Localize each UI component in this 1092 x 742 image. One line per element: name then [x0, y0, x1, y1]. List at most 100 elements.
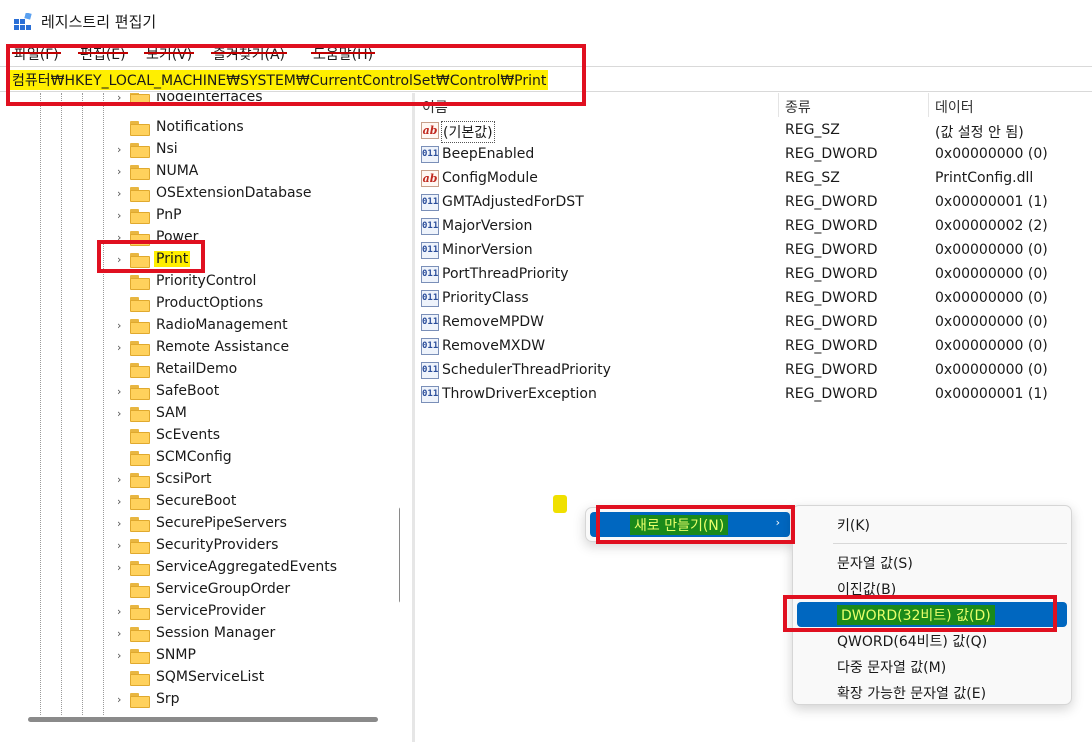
- tree-item[interactable]: › SecurePipeServers: [6, 513, 386, 535]
- tree-vertical-scrollbar[interactable]: [399, 507, 400, 603]
- binary-value-icon: 011: [421, 362, 439, 379]
- value-row[interactable]: 011 GMTAdjustedForDST REG_DWORD 0x00000001 …: [416, 191, 1092, 215]
- tree-item[interactable]: › Remote Assistance: [6, 337, 386, 359]
- tree-item[interactable]: Notifications: [6, 117, 386, 139]
- value-row[interactable]: 011 SchedulerThreadPriority REG_DWORD 0x000…: [416, 359, 1092, 383]
- address-bar[interactable]: 컴퓨터₩HKEY_LOCAL_MACHINE₩SYSTEM₩CurrentCon…: [0, 66, 1092, 92]
- menu-help[interactable]: 도움말(H): [311, 44, 376, 64]
- expand-chevron-icon[interactable]: ›: [117, 165, 127, 178]
- value-row[interactable]: 011 BeepEnabled REG_DWORD 0x00000000 (0): [416, 143, 1092, 167]
- pane-splitter[interactable]: [412, 93, 415, 742]
- folder-icon: [130, 561, 150, 576]
- value-row[interactable]: 011 MinorVersion REG_DWORD 0x00000000 (0): [416, 239, 1092, 263]
- menu-edit[interactable]: 편집(E): [78, 44, 128, 64]
- tree-horizontal-scrollbar[interactable]: [28, 717, 378, 722]
- expand-chevron-icon[interactable]: ›: [117, 385, 127, 398]
- submenu-qword-value[interactable]: QWORD(64비트) 값(Q): [797, 628, 1067, 653]
- tree-item[interactable]: › SNMP: [6, 645, 386, 667]
- value-type: REG_DWORD: [785, 290, 878, 306]
- binary-value-icon: 011: [421, 146, 439, 163]
- tree-item[interactable]: › ServiceProvider: [6, 601, 386, 623]
- address-path[interactable]: 컴퓨터₩HKEY_LOCAL_MACHINE₩SYSTEM₩CurrentCon…: [10, 70, 549, 90]
- context-new-item[interactable]: 새로 만들기(N) ›: [590, 512, 790, 537]
- expand-chevron-icon[interactable]: ›: [117, 93, 127, 104]
- column-header-data[interactable]: 데이터: [935, 97, 974, 117]
- submenu-multi-string-value[interactable]: 다중 문자열 값(M): [797, 654, 1067, 679]
- value-row[interactable]: ab (기본값) REG_SZ (값 설정 안 됨): [416, 119, 1092, 143]
- expand-chevron-icon[interactable]: ›: [117, 649, 127, 662]
- submenu-expandable-string-value[interactable]: 확장 가능한 문자열 값(E): [797, 680, 1067, 705]
- expand-chevron-icon[interactable]: ›: [117, 341, 127, 354]
- tree-item[interactable]: SQMServiceList: [6, 667, 386, 689]
- tree-item[interactable]: ScEvents: [6, 425, 386, 447]
- value-row[interactable]: 011 ThrowDriverException REG_DWORD 0x000000…: [416, 383, 1092, 407]
- value-row[interactable]: 011 PortThreadPriority REG_DWORD 0x00000000…: [416, 263, 1092, 287]
- tree-item[interactable]: › PnP: [6, 205, 386, 227]
- tree-item[interactable]: › OSExtensionDatabase: [6, 183, 386, 205]
- expand-chevron-icon[interactable]: ›: [117, 561, 127, 574]
- expand-chevron-icon[interactable]: ›: [117, 253, 127, 266]
- tree-item[interactable]: › Nsi: [6, 139, 386, 161]
- tree-item[interactable]: › SecureBoot: [6, 491, 386, 513]
- folder-icon: [130, 693, 150, 708]
- value-name: GMTAdjustedForDST: [442, 194, 584, 210]
- tree-item[interactable]: › Session Manager: [6, 623, 386, 645]
- expand-chevron-icon[interactable]: ›: [117, 539, 127, 552]
- value-row[interactable]: 011 RemoveMXDW REG_DWORD 0x00000000 (0): [416, 335, 1092, 359]
- expand-chevron-icon[interactable]: ›: [117, 143, 127, 156]
- column-header-type[interactable]: 종류: [785, 97, 811, 117]
- column-divider[interactable]: [778, 93, 779, 117]
- expand-chevron-icon[interactable]: ›: [117, 209, 127, 222]
- tree-item-label: ServiceProvider: [156, 603, 266, 619]
- expand-chevron-icon[interactable]: ›: [117, 407, 127, 420]
- tree-item[interactable]: › SecurityProviders: [6, 535, 386, 557]
- tree-item[interactable]: › Power: [6, 227, 386, 249]
- tree-item[interactable]: › NodeInterfaces: [6, 93, 386, 109]
- value-row[interactable]: ab ConfigModule REG_SZ PrintConfig.dll: [416, 167, 1092, 191]
- title-bar: 레지스트리 편집기: [0, 0, 1092, 42]
- context-new-label: 새로 만들기(N): [630, 515, 729, 535]
- tree-item[interactable]: › NUMA: [6, 161, 386, 183]
- expand-chevron-icon[interactable]: ›: [117, 187, 127, 200]
- tree-item[interactable]: › ScsiPort: [6, 469, 386, 491]
- expand-chevron-icon[interactable]: ›: [117, 231, 127, 244]
- tree-item[interactable]: ProductOptions: [6, 293, 386, 315]
- key-tree[interactable]: › NodeInterfaces Notifications › Nsi › NUMA › OS…: [6, 93, 400, 715]
- value-row[interactable]: 011 RemoveMPDW REG_DWORD 0x00000000 (0): [416, 311, 1092, 335]
- folder-icon: [130, 429, 150, 444]
- column-header-name[interactable]: 이름: [422, 97, 448, 117]
- tree-item[interactable]: ServiceGroupOrder: [6, 579, 386, 601]
- value-row[interactable]: 011 PriorityClass REG_DWORD 0x00000000 (0): [416, 287, 1092, 311]
- menu-file[interactable]: 파일(F): [12, 44, 61, 64]
- tree-item-label: Srp: [156, 691, 180, 707]
- menu-view[interactable]: 보기(V): [144, 44, 195, 64]
- tree-item[interactable]: › RadioManagement: [6, 315, 386, 337]
- submenu-dword-value[interactable]: DWORD(32비트) 값(D): [797, 602, 1067, 627]
- tree-item[interactable]: › ServiceAggregatedEvents: [6, 557, 386, 579]
- tree-item[interactable]: › Print: [6, 249, 386, 271]
- value-name: SchedulerThreadPriority: [442, 362, 611, 378]
- value-data: 0x00000000 (0): [935, 290, 1048, 306]
- menu-favorites[interactable]: 즐겨찾기(A): [211, 44, 288, 64]
- tree-item[interactable]: PriorityControl: [6, 271, 386, 293]
- expand-chevron-icon[interactable]: ›: [117, 605, 127, 618]
- folder-icon: [130, 451, 150, 466]
- submenu-key[interactable]: 키(K): [797, 512, 1067, 537]
- expand-chevron-icon[interactable]: ›: [117, 319, 127, 332]
- column-divider[interactable]: [928, 93, 929, 117]
- expand-chevron-icon[interactable]: ›: [117, 693, 127, 706]
- submenu-binary-value[interactable]: 이진값(B): [797, 576, 1067, 601]
- tree-item[interactable]: › SAM: [6, 403, 386, 425]
- binary-value-icon: 011: [421, 290, 439, 307]
- tree-item[interactable]: SCMConfig: [6, 447, 386, 469]
- submenu-string-value[interactable]: 문자열 값(S): [797, 550, 1067, 575]
- tree-item[interactable]: RetailDemo: [6, 359, 386, 381]
- expand-chevron-icon[interactable]: ›: [117, 517, 127, 530]
- expand-chevron-icon[interactable]: ›: [117, 495, 127, 508]
- tree-item[interactable]: › Srp: [6, 689, 386, 711]
- folder-icon: [130, 143, 150, 158]
- expand-chevron-icon[interactable]: ›: [117, 473, 127, 486]
- value-row[interactable]: 011 MajorVersion REG_DWORD 0x00000002 (2): [416, 215, 1092, 239]
- expand-chevron-icon[interactable]: ›: [117, 627, 127, 640]
- tree-item[interactable]: › SafeBoot: [6, 381, 386, 403]
